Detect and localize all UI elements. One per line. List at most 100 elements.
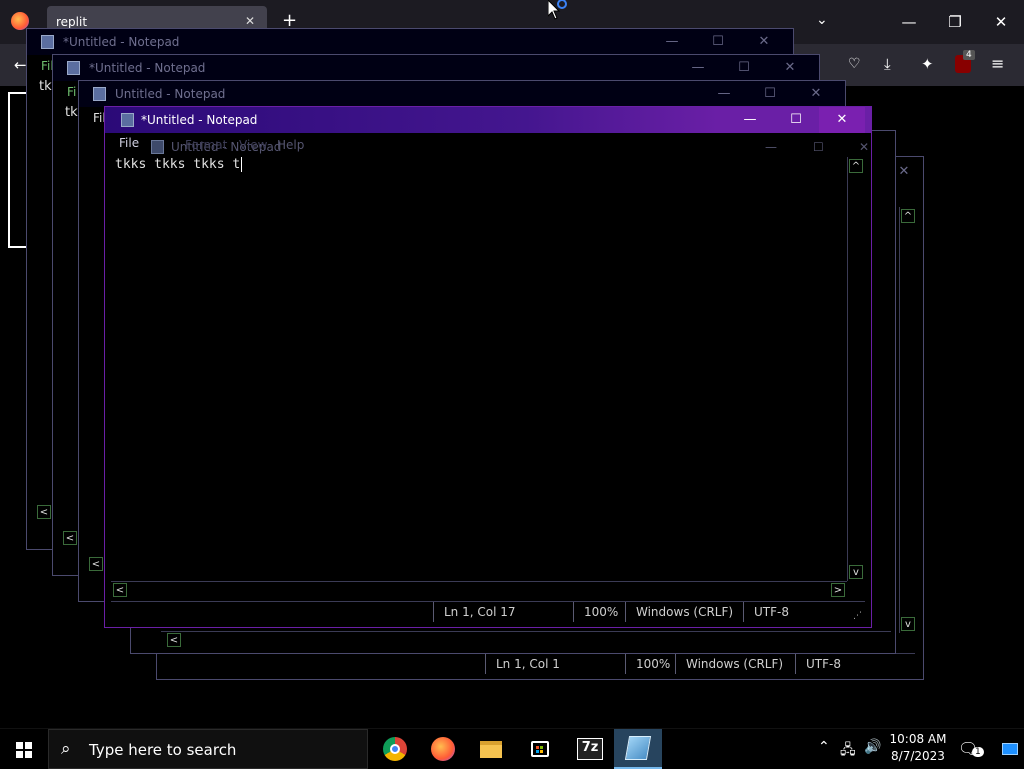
downloads-icon[interactable]: ⤓ bbox=[884, 55, 891, 73]
notepad-app-icon bbox=[151, 140, 164, 154]
scroll-left-icon[interactable]: < bbox=[113, 583, 127, 597]
search-icon: ⌕ bbox=[61, 739, 71, 759]
taskbar-app-file-explorer[interactable] bbox=[467, 729, 515, 769]
close-button[interactable]: ✕ bbox=[793, 81, 839, 107]
store-bag-icon bbox=[531, 741, 549, 757]
list-all-tabs-icon[interactable]: ⌄ bbox=[816, 12, 828, 28]
status-position: Ln 1, Col 17 bbox=[433, 602, 573, 622]
status-line-ending: Windows (CRLF) bbox=[675, 654, 795, 674]
loading-cursor-icon bbox=[547, 0, 567, 20]
taskbar: ⌕ Type here to search 7z ⌃ 🖧 🔊 10:08 AM … bbox=[0, 728, 1024, 769]
text-partial: tk bbox=[65, 105, 78, 120]
notepad-window-active[interactable]: *Untitled - Notepad — ☐ ✕ File Untitled … bbox=[104, 106, 872, 628]
editor-text: tkks tkks tkks t bbox=[115, 157, 241, 172]
show-desktop-button[interactable] bbox=[1002, 743, 1018, 755]
taskbar-search-box[interactable]: ⌕ Type here to search bbox=[48, 729, 368, 769]
notepad-title-bar[interactable]: *Untitled - Notepad — ☐ ✕ bbox=[105, 107, 871, 133]
notepad-title-bar[interactable]: *Untitled - Notepad — ☐ ✕ bbox=[53, 55, 819, 81]
minimize-button[interactable]: — bbox=[701, 81, 747, 107]
status-line-ending: Windows (CRLF) bbox=[625, 602, 743, 622]
windows-logo-icon bbox=[16, 742, 32, 758]
close-button[interactable]: ✕ bbox=[819, 107, 865, 133]
scroll-left-icon[interactable]: < bbox=[37, 505, 51, 519]
horizontal-scrollbar[interactable]: < > bbox=[111, 581, 847, 598]
maximize-button[interactable]: ☐ bbox=[721, 55, 767, 81]
resize-grip-icon[interactable]: ⋰ bbox=[853, 606, 862, 626]
status-position: Ln 1, Col 1 bbox=[485, 654, 625, 674]
volume-icon[interactable]: 🔊 bbox=[864, 739, 881, 755]
notepad-taskbar-icon bbox=[624, 736, 652, 760]
notepad-app-icon bbox=[121, 113, 134, 127]
notepad-title-bar[interactable]: *Untitled - Notepad — ☐ ✕ bbox=[27, 29, 793, 55]
taskbar-app-7zip[interactable]: 7z bbox=[566, 729, 614, 769]
scroll-down-icon[interactable]: v bbox=[901, 617, 915, 631]
7zip-icon: 7z bbox=[577, 738, 603, 760]
clock-time: 10:08 AM bbox=[889, 732, 947, 746]
menu-format[interactable]: Format bbox=[185, 133, 227, 157]
window-title: Untitled - Notepad bbox=[115, 87, 226, 101]
menu-help[interactable]: Help bbox=[277, 133, 304, 157]
notification-center-button[interactable]: 🗨 1 bbox=[958, 739, 984, 758]
notepad-app-icon bbox=[41, 35, 54, 49]
menu-icon[interactable]: ≡ bbox=[991, 54, 1004, 73]
menu-file-partial[interactable]: Fi bbox=[67, 85, 76, 99]
vertical-scrollbar[interactable]: ^ v bbox=[847, 157, 864, 581]
status-zoom: 100% bbox=[625, 654, 675, 674]
text-editor-area[interactable]: tkks tkks tkks t bbox=[115, 157, 845, 579]
browser-minimize-button[interactable]: — bbox=[886, 7, 932, 37]
search-placeholder: Type here to search bbox=[89, 741, 237, 759]
taskbar-app-notepad[interactable] bbox=[614, 729, 662, 769]
taskbar-app-firefox[interactable] bbox=[419, 729, 467, 769]
network-icon[interactable]: 🖧 bbox=[840, 739, 856, 763]
maximize-button[interactable]: ☐ bbox=[747, 81, 793, 107]
show-hidden-icons-chevron-icon[interactable]: ⌃ bbox=[818, 739, 830, 755]
window-title: *Untitled - Notepad bbox=[63, 35, 180, 49]
minimize-button[interactable]: — bbox=[727, 107, 773, 133]
scroll-left-icon[interactable]: < bbox=[89, 557, 103, 571]
scroll-left-icon[interactable]: < bbox=[167, 633, 181, 647]
minimize-button[interactable]: — bbox=[765, 135, 777, 159]
maximize-button[interactable]: ☐ bbox=[695, 29, 741, 55]
ghost-title-bar: Untitled - Notepad Format View Help — ☐ … bbox=[135, 135, 871, 159]
vertical-scrollbar[interactable]: ^ v bbox=[899, 207, 916, 633]
taskbar-app-store[interactable] bbox=[516, 729, 564, 769]
browser-close-button[interactable]: ✕ bbox=[978, 7, 1024, 37]
close-button[interactable]: ✕ bbox=[741, 29, 787, 55]
tab-close-icon[interactable]: ✕ bbox=[245, 14, 255, 28]
text-partial: tk bbox=[39, 79, 52, 94]
firefox-icon bbox=[431, 737, 455, 761]
minimize-button[interactable]: — bbox=[649, 29, 695, 55]
maximize-button[interactable]: ☐ bbox=[773, 107, 819, 133]
close-button[interactable]: ✕ bbox=[767, 55, 813, 81]
menu-view[interactable]: View bbox=[239, 133, 267, 157]
scroll-up-icon[interactable]: ^ bbox=[901, 209, 915, 223]
window-title: *Untitled - Notepad bbox=[141, 113, 258, 127]
scroll-up-icon[interactable]: ^ bbox=[849, 159, 863, 173]
window-title: *Untitled - Notepad bbox=[89, 61, 206, 75]
browser-tab-title: replit bbox=[56, 15, 88, 29]
scroll-right-icon[interactable]: > bbox=[831, 583, 845, 597]
status-bar: Ln 1, Col 1 100% Windows (CRLF) UTF-8 bbox=[165, 653, 915, 674]
browser-restore-button[interactable]: ❐ bbox=[932, 7, 978, 37]
clock-date: 8/7/2023 bbox=[891, 749, 945, 763]
status-zoom: 100% bbox=[573, 602, 625, 622]
status-bar: Ln 1, Col 17 100% Windows (CRLF) UTF-8 ⋰ bbox=[111, 601, 865, 622]
clock[interactable]: 10:08 AM 8/7/2023 bbox=[888, 731, 948, 765]
text-cursor bbox=[241, 157, 243, 172]
extensions-icon[interactable]: ✦ bbox=[921, 55, 934, 73]
back-arrow-icon[interactable]: ← bbox=[14, 56, 27, 74]
horizontal-scrollbar[interactable]: < bbox=[161, 631, 891, 648]
start-button[interactable] bbox=[0, 729, 48, 769]
maximize-button[interactable]: ☐ bbox=[813, 135, 824, 159]
notepad-app-icon bbox=[93, 87, 106, 101]
chrome-icon bbox=[383, 737, 407, 761]
close-button[interactable]: ✕ bbox=[859, 135, 869, 159]
minimize-button[interactable]: — bbox=[675, 55, 721, 81]
scroll-down-icon[interactable]: v bbox=[849, 565, 863, 579]
taskbar-app-chrome[interactable] bbox=[371, 729, 419, 769]
scroll-left-icon[interactable]: < bbox=[63, 531, 77, 545]
notification-count: 1 bbox=[972, 747, 984, 757]
notepad-title-bar[interactable]: Untitled - Notepad — ☐ ✕ bbox=[79, 81, 845, 107]
notepad-app-icon bbox=[67, 61, 80, 75]
pocket-icon[interactable]: ♡ bbox=[848, 56, 861, 72]
